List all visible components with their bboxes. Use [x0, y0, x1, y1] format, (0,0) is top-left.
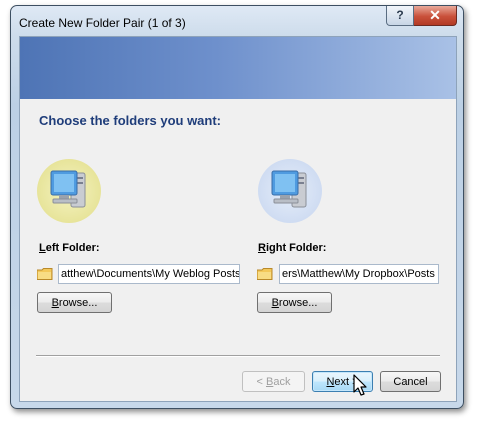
right-browse-button[interactable]: Browse... [257, 292, 332, 313]
right-browse-text: rowse... [278, 297, 318, 309]
footer-separator [36, 355, 440, 357]
folder-icon [257, 268, 273, 280]
left-browse-button[interactable]: Browse... [37, 292, 112, 313]
left-browse-text: rowse... [58, 297, 98, 309]
window-title: Create New Folder Pair (1 of 3) [19, 16, 186, 30]
folder-icon [37, 268, 53, 280]
back-text: ack [273, 376, 291, 388]
right-folder-label-text: ight Folder: [265, 242, 327, 254]
right-folder-path[interactable]: ers\Matthew\My Dropbox\Posts [279, 264, 439, 284]
right-folder-label-key: R [258, 242, 266, 254]
close-button[interactable]: ✕ [414, 6, 457, 26]
computer-icon [37, 159, 101, 223]
page-heading: Choose the folders you want: [39, 113, 222, 128]
left-folder-label-text: eft Folder: [45, 242, 100, 254]
left-folder-label: Left Folder: [39, 242, 100, 254]
right-browse-key: B [271, 297, 279, 309]
help-button[interactable]: ? [386, 6, 414, 26]
left-folder-label-key: L [39, 242, 46, 254]
caption-buttons: ? ✕ [386, 6, 457, 26]
back-button[interactable]: < Back [242, 371, 305, 392]
left-browse-key: B [51, 297, 59, 309]
cursor-icon [353, 374, 367, 396]
dialog-window: Create New Folder Pair (1 of 3) ? ✕ Choo… [10, 5, 464, 409]
computer-icon [258, 159, 322, 223]
left-folder-path[interactable]: atthew\Documents\My Weblog Posts [58, 264, 240, 284]
right-folder-label: Right Folder: [258, 242, 326, 254]
cancel-button[interactable]: Cancel [380, 371, 441, 392]
header-banner [20, 37, 456, 99]
dialog-body: Choose the folders you want: Left Folder… [19, 36, 457, 402]
back-prefix: < [256, 376, 266, 388]
